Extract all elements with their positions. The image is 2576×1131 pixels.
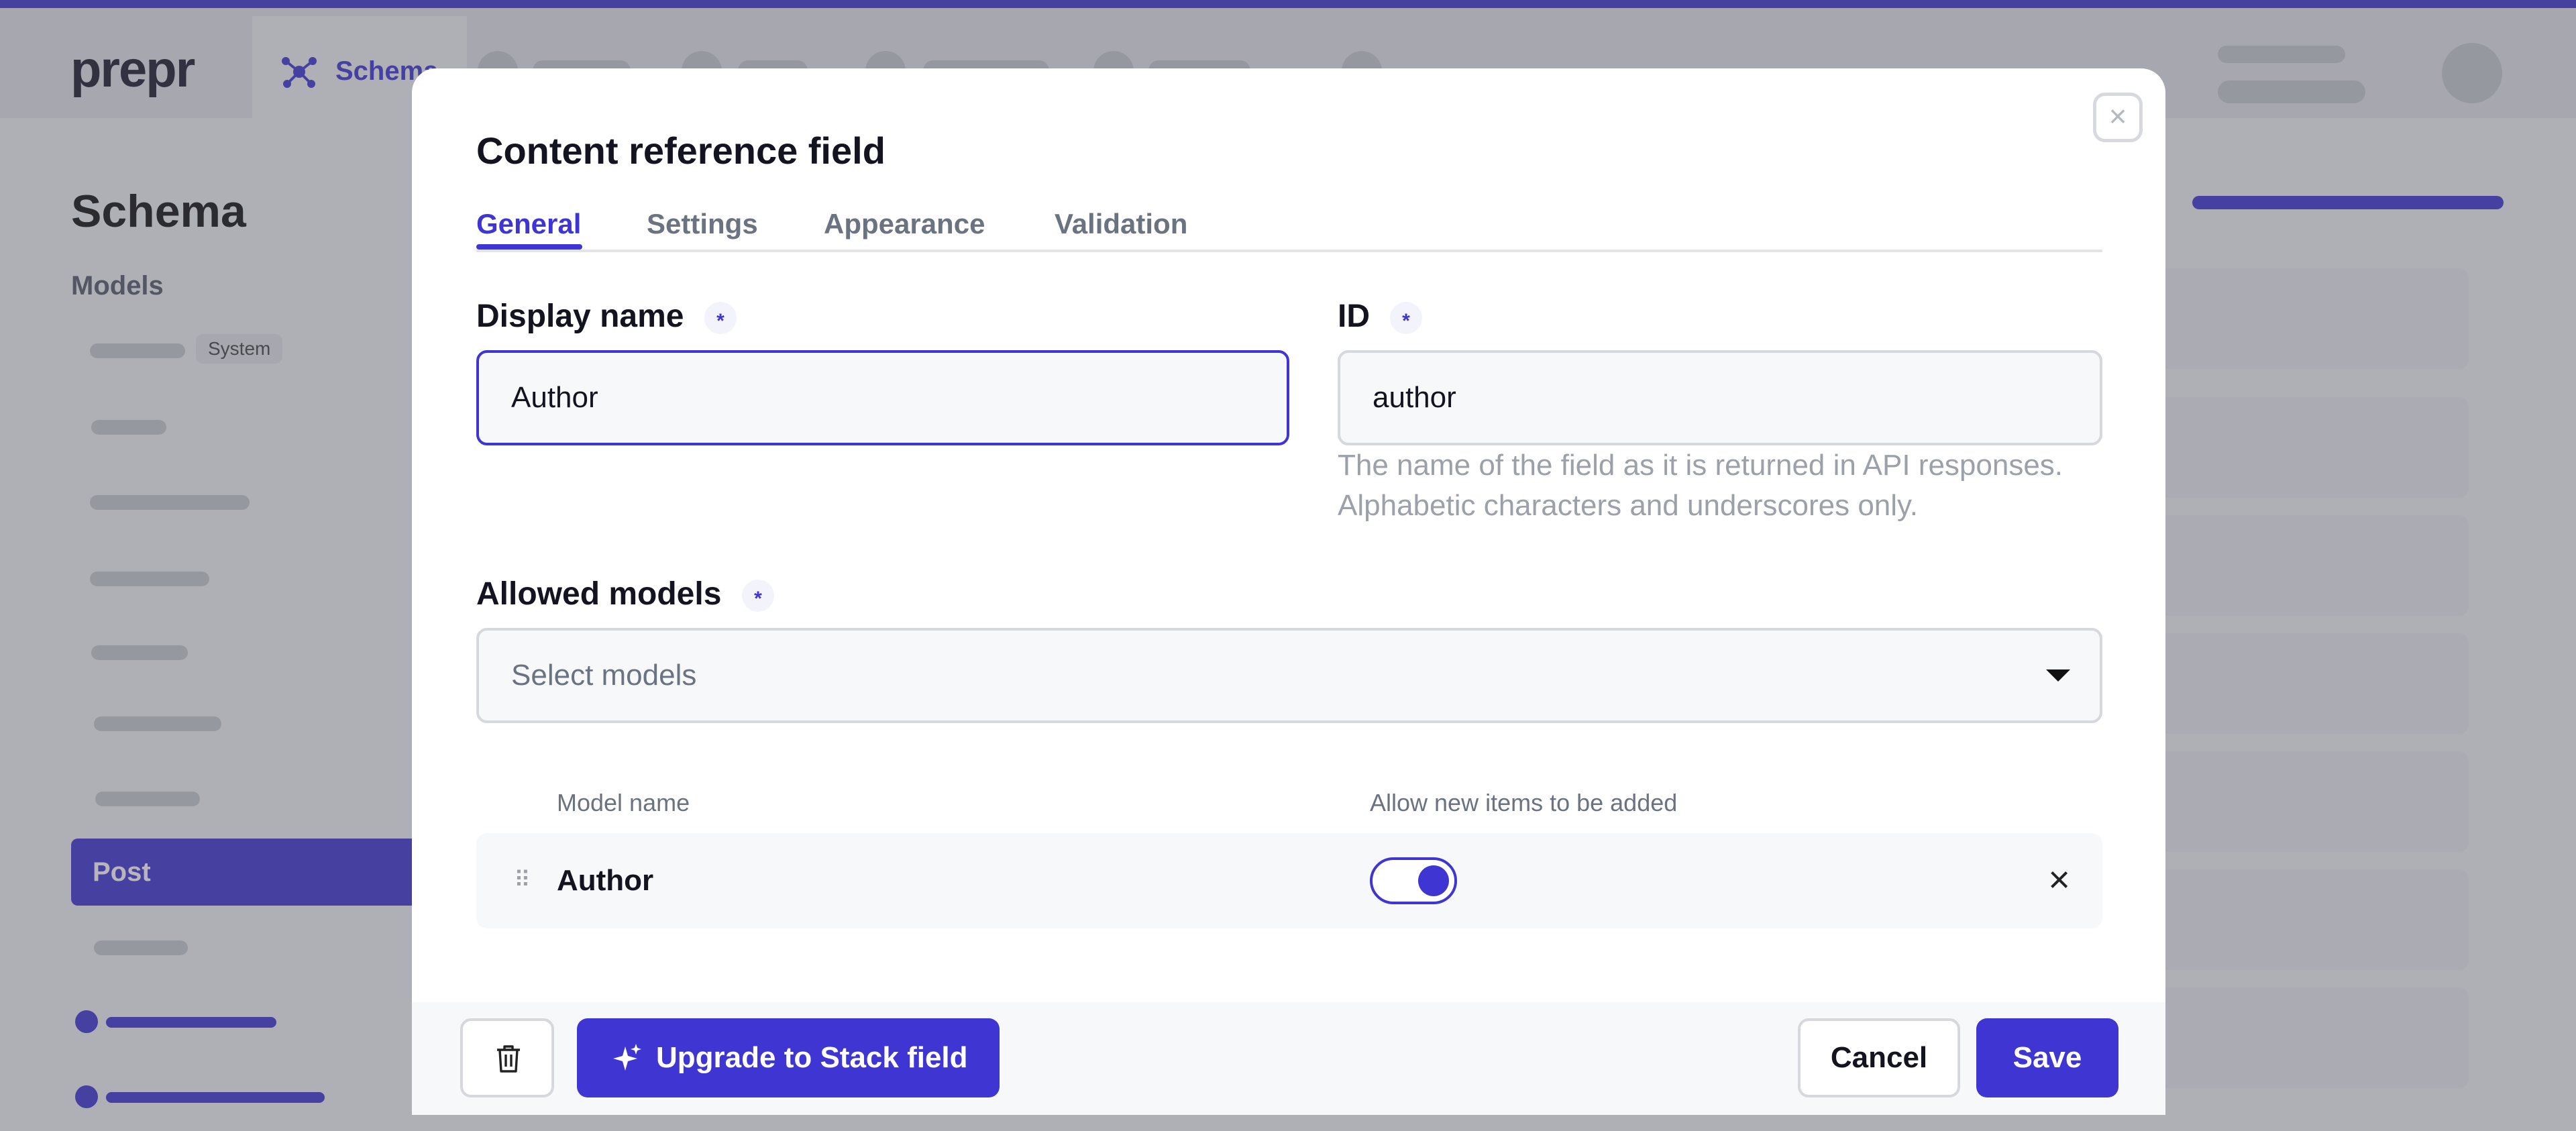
required-marker: * <box>1390 302 1422 334</box>
id-hint-line-2: Alphabetic characters and underscores on… <box>1338 489 1919 522</box>
cancel-button[interactable]: Cancel <box>1798 1018 1960 1097</box>
trash-icon <box>497 1045 520 1073</box>
table-row: ⠿ Author × <box>476 833 2102 928</box>
select-models-placeholder: Select models <box>511 659 697 692</box>
caret-down-icon <box>2046 669 2070 682</box>
delete-field-button[interactable] <box>460 1018 554 1097</box>
allow-new-items-toggle[interactable] <box>1370 857 1457 904</box>
column-header-allow-new: Allow new items to be added <box>1370 789 1678 816</box>
tab-validation[interactable]: Validation <box>1055 208 1187 240</box>
allowed-models-select[interactable]: Select models <box>476 628 2102 723</box>
allowed-models-label: Allowed models <box>476 576 722 612</box>
dialog-title: Content reference field <box>476 129 885 172</box>
tab-appearance[interactable]: Appearance <box>824 208 985 240</box>
column-header-model-name: Model name <box>557 789 690 816</box>
tab-general[interactable]: General <box>476 208 581 240</box>
id-hint: The name of the field as it is returned … <box>1338 445 2102 526</box>
drag-handle-icon[interactable]: ⠿ <box>514 867 531 894</box>
remove-icon[interactable]: × <box>2048 856 2070 903</box>
display-name-input[interactable]: Author <box>476 350 1289 445</box>
row-model-name: Author <box>557 864 654 897</box>
required-marker: * <box>742 580 774 612</box>
close-icon: × <box>2108 99 2127 133</box>
required-marker: * <box>704 302 737 334</box>
upgrade-label: Upgrade to Stack field <box>656 1041 968 1074</box>
sparkle-icon <box>613 1044 641 1071</box>
dialog-tabs: General Settings Appearance Validation <box>476 204 2102 252</box>
toggle-knob <box>1418 865 1449 896</box>
active-tab-indicator <box>476 244 582 250</box>
id-label: ID <box>1338 299 1370 334</box>
id-input[interactable]: author <box>1338 350 2102 445</box>
upgrade-to-stack-button[interactable]: Upgrade to Stack field <box>577 1018 1000 1097</box>
id-hint-line-1: The name of the field as it is returned … <box>1338 449 2063 482</box>
display-name-label: Display name <box>476 299 684 334</box>
close-button[interactable]: × <box>2093 93 2143 142</box>
tab-settings[interactable]: Settings <box>647 208 758 240</box>
save-button[interactable]: Save <box>1976 1018 2118 1097</box>
